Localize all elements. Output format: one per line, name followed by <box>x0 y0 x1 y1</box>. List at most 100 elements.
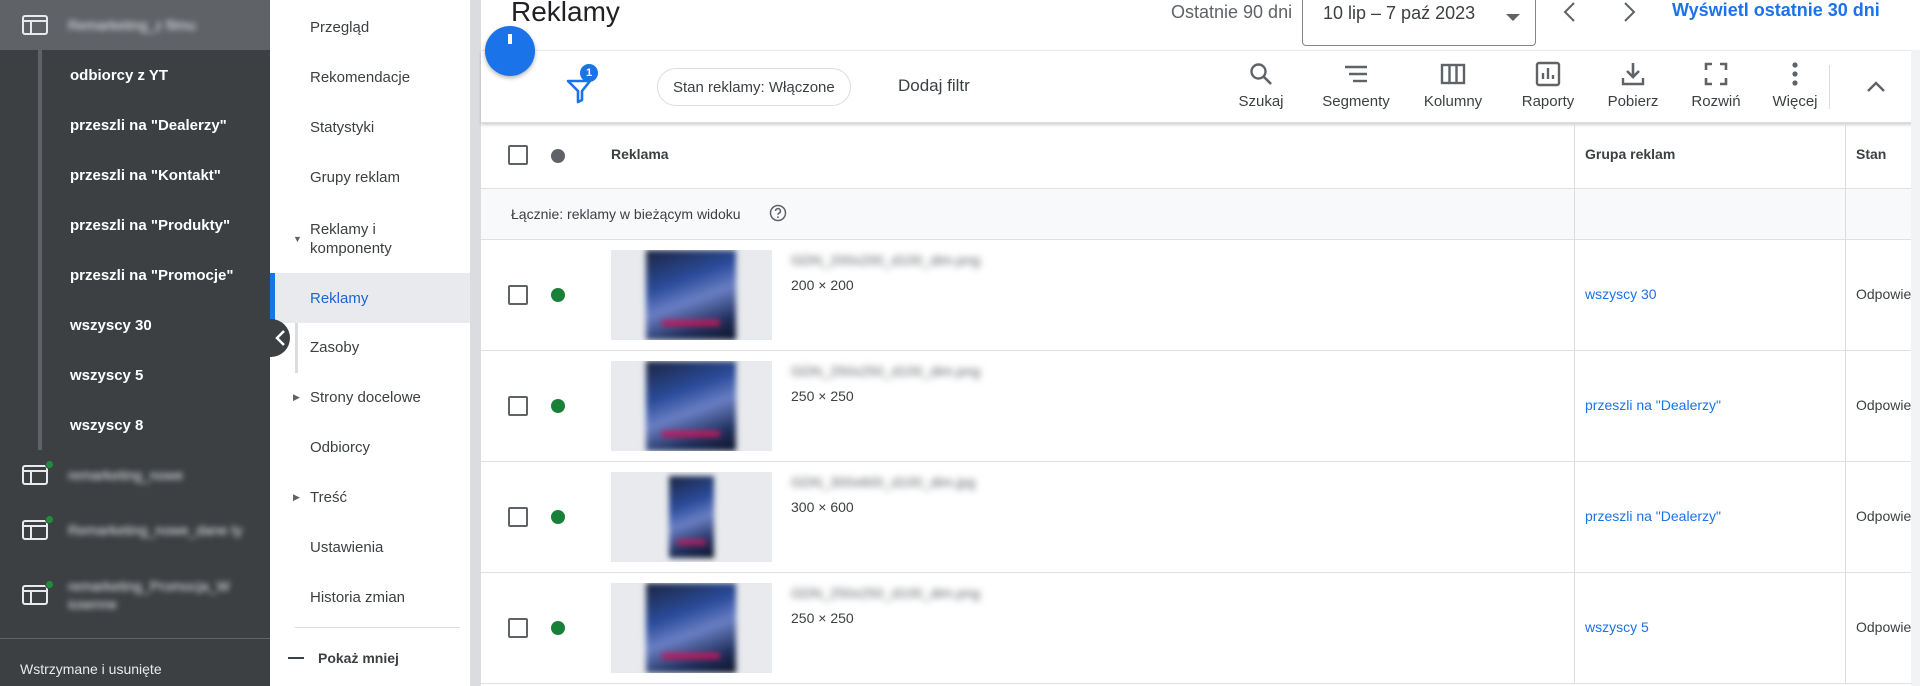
column-divider <box>1574 351 1575 461</box>
row-checkbox[interactable] <box>508 285 528 305</box>
column-divider <box>1845 189 1846 239</box>
ad-group-item[interactable]: przeszli na "Produkty" <box>0 200 270 250</box>
page-scrollbar[interactable] <box>1911 50 1920 686</box>
ad-group-item[interactable]: przeszli na "Kontakt" <box>0 150 270 200</box>
filter-chip[interactable]: Stan reklamy: Włączone <box>657 68 851 106</box>
status-column-icon <box>551 149 565 163</box>
chevron-up-icon[interactable] <box>1864 75 1888 99</box>
ad-thumbnail[interactable] <box>611 583 772 673</box>
select-all-checkbox[interactable] <box>508 145 528 165</box>
menu-item-ads[interactable]: Reklamy <box>270 273 470 323</box>
ad-dimensions: 250 × 250 <box>791 388 854 404</box>
column-divider <box>1574 462 1575 572</box>
menu-item-ads-and-assets[interactable]: ▼ Reklamy i komponenty <box>270 209 470 269</box>
menu-item-insights[interactable]: Statystyki <box>270 102 470 152</box>
search-icon <box>1250 63 1272 85</box>
show-last-30-days-link[interactable]: Wyświetl ostatnie 30 dni <box>1672 0 1880 21</box>
ad-group-item[interactable]: przeszli na "Dealerzy" <box>0 100 270 150</box>
ad-group-link[interactable]: przeszli na "Dealerzy" <box>1585 397 1721 413</box>
column-header-status[interactable]: Stan <box>1856 146 1886 162</box>
ad-file-name[interactable]: GDN_300x600_d100_dim.jpg <box>791 474 975 490</box>
show-less-button[interactable]: Pokaż mniej <box>270 633 470 683</box>
ads-table: Reklama Grupa reklam Stan Łącznie: rekla… <box>481 123 1920 684</box>
campaign-name: Remarketing_z filmu <box>68 17 196 33</box>
add-filter-button[interactable]: Dodaj filtr <box>898 76 970 96</box>
more-button[interactable]: Więcej <box>1753 61 1837 110</box>
enabled-status-dot <box>45 460 54 469</box>
ad-group-item[interactable]: wszyscy 30 <box>0 300 270 350</box>
ad-thumbnail[interactable] <box>611 472 772 562</box>
download-button[interactable]: Pobierz <box>1591 61 1675 110</box>
plus-icon <box>508 34 512 44</box>
column-divider <box>1574 240 1575 350</box>
menu-item-change-history[interactable]: Historia zmian <box>270 572 470 622</box>
ad-thumbnail[interactable] <box>611 250 772 340</box>
ad-image <box>646 583 736 673</box>
campaign-item[interactable]: Remarketing_z filmu <box>0 0 270 50</box>
ad-thumbnail[interactable] <box>611 361 772 451</box>
table-header-row: Reklama Grupa reklam Stan <box>481 123 1920 189</box>
date-range-picker[interactable]: 10 lip – 7 paź 2023 <box>1302 0 1536 46</box>
tool-label: Segmenty <box>1322 93 1390 110</box>
ad-group-link[interactable]: wszyscy 5 <box>1585 619 1649 635</box>
ad-file-name[interactable]: GDN_250x250_d100_dim.png <box>791 363 980 379</box>
row-checkbox[interactable] <box>508 396 528 416</box>
ad-dimensions: 250 × 250 <box>791 610 854 626</box>
page-header: Reklamy Ostatnie 90 dni 10 lip – 7 paź 2… <box>481 0 1920 50</box>
column-divider <box>1574 573 1575 683</box>
segments-button[interactable]: Segmenty <box>1313 61 1399 110</box>
paused-removed-link[interactable]: Wstrzymane i usunięte <box>0 638 270 686</box>
tool-label: Więcej <box>1772 93 1818 110</box>
search-button[interactable]: Szukaj <box>1231 61 1291 110</box>
campaign-item[interactable]: remarketing_nowe <box>0 450 270 500</box>
reports-button[interactable]: Raporty <box>1506 61 1590 110</box>
ad-group-list: odbiorcy z YT przeszli na "Dealerzy" prz… <box>0 50 270 450</box>
expand-button[interactable]: Rozwiń <box>1676 61 1756 110</box>
row-checkbox[interactable] <box>508 618 528 638</box>
ad-group-link[interactable]: przeszli na "Dealerzy" <box>1585 508 1721 524</box>
tool-label: Szukaj <box>1238 93 1284 110</box>
menu-item-audiences[interactable]: Odbiorcy <box>270 422 470 472</box>
menu-item-ad-groups[interactable]: Grupy reklam <box>270 152 470 202</box>
ad-image <box>646 361 736 451</box>
reports-icon <box>1535 61 1561 87</box>
menu-item-assets[interactable]: Zasoby <box>270 322 470 372</box>
expand-icon <box>1704 62 1728 86</box>
campaign-item[interactable]: Remarketing_nowe_dane ty <box>0 500 270 560</box>
column-header-ad-group[interactable]: Grupa reklam <box>1585 146 1675 162</box>
column-header-ad[interactable]: Reklama <box>611 146 669 162</box>
ad-dimensions: 300 × 600 <box>791 499 854 515</box>
menu-scrollbar[interactable] <box>470 0 481 686</box>
campaign-name: remarketing_Promocja_W iosenne <box>68 578 230 612</box>
menu-item-content[interactable]: ▶ Treść <box>270 472 470 522</box>
ad-group-link[interactable]: wszyscy 30 <box>1585 286 1657 302</box>
download-icon <box>1621 63 1645 86</box>
table-row: GDN_250x250_d100_dim.png 250 × 250 przes… <box>481 351 1920 462</box>
ad-file-name[interactable]: GDN_250x250_d100_dim.png <box>791 585 980 601</box>
row-checkbox[interactable] <box>508 507 528 527</box>
menu-item-settings[interactable]: Ustawienia <box>270 522 470 572</box>
total-label: Łącznie: reklamy w bieżącym widoku <box>511 206 741 222</box>
menu-item-landing-pages[interactable]: ▶ Strony docelowe <box>270 372 470 422</box>
dropdown-arrow-icon <box>1506 14 1520 21</box>
menu-item-label: Reklamy i komponenty <box>310 221 392 257</box>
menu-item-recommendations[interactable]: Rekomendacje <box>270 52 470 102</box>
tool-label: Raporty <box>1521 93 1575 110</box>
columns-button[interactable]: Kolumny <box>1411 61 1495 110</box>
add-ad-button[interactable] <box>485 26 535 76</box>
next-period-icon[interactable] <box>1613 0 1645 24</box>
menu-item-overview[interactable]: Przegląd <box>270 2 470 52</box>
ad-group-item[interactable]: przeszli na "Promocje" <box>0 250 270 300</box>
previous-period-icon[interactable] <box>1554 0 1586 24</box>
ad-group-item[interactable]: wszyscy 8 <box>0 400 270 450</box>
campaign-item[interactable]: remarketing_Promocja_W iosenne <box>0 560 270 630</box>
date-range-label: Ostatnie 90 dni <box>1171 2 1293 22</box>
help-icon[interactable] <box>769 204 787 222</box>
enabled-status-dot <box>45 580 54 589</box>
enabled-status-dot <box>551 621 565 635</box>
enabled-status-dot <box>551 288 565 302</box>
ad-file-name[interactable]: GDN_200x200_d100_dim.png <box>791 252 980 268</box>
caret-right-icon: ▶ <box>293 391 300 402</box>
ad-group-item[interactable]: wszyscy 5 <box>0 350 270 400</box>
ad-group-item[interactable]: odbiorcy z YT <box>0 50 270 100</box>
